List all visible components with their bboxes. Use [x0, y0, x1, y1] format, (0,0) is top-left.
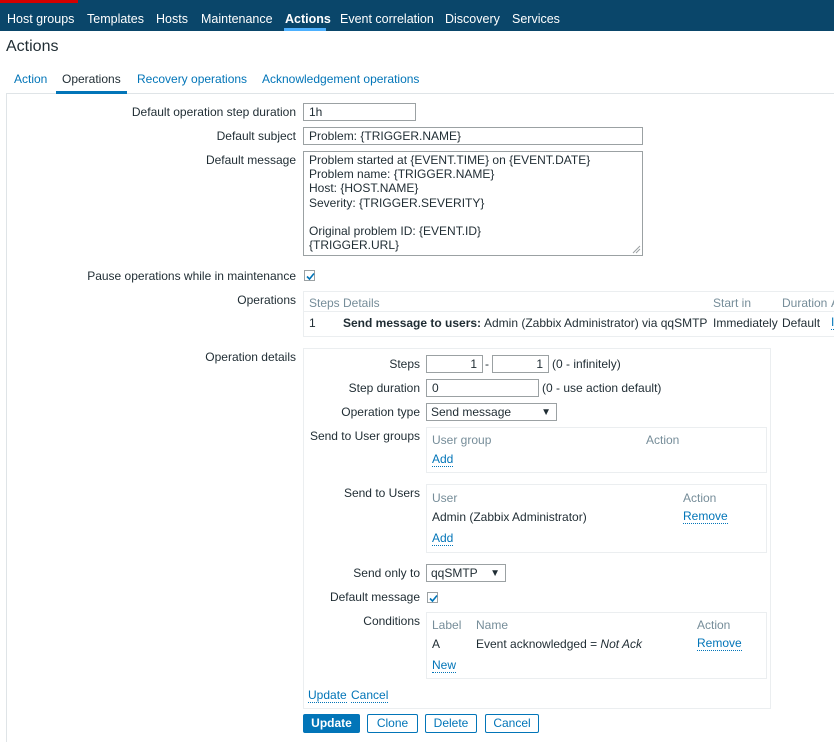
ops-header-start-in: Start in — [713, 296, 752, 310]
pause-operations-label: Pause operations while in maintenance — [87, 269, 296, 283]
condition-name-prefix: Event acknowledged = — [476, 637, 601, 651]
step-duration-detail-label: Step duration — [348, 381, 420, 395]
default-message-label: Default message — [205, 153, 296, 167]
tab-recovery-operations[interactable]: Recovery operations — [137, 72, 247, 86]
send-only-to-select[interactable]: qqSMTP ▼ — [426, 564, 506, 582]
tab-operations[interactable]: Operations — [62, 72, 121, 86]
user-name-cell: Admin (Zabbix Administrator) — [432, 510, 587, 524]
steps-hint: (0 - infinitely) — [552, 357, 621, 371]
conditions-table: Label Name Action A Event acknowledged =… — [426, 612, 767, 679]
checkmark-icon — [306, 272, 315, 281]
user-groups-table: User group Action Add — [426, 427, 767, 473]
checkmark-icon — [429, 594, 438, 603]
steps-from-input[interactable]: 1 — [426, 355, 483, 373]
tab-acknowledgement-operations[interactable]: Acknowledgement operations — [262, 72, 419, 86]
step-duration-label: Default operation step duration — [131, 105, 296, 119]
tab-action[interactable]: Action — [14, 72, 47, 86]
operation-type-label: Operation type — [341, 405, 420, 419]
user-groups-header-action: Action — [646, 433, 680, 447]
ops-header-details: Details — [343, 296, 380, 310]
operation-details-label: Operation details — [205, 350, 296, 364]
user-groups-header-group: User group — [432, 433, 492, 447]
clone-button[interactable]: Clone — [367, 714, 418, 733]
nav-services[interactable]: Services — [512, 0, 560, 31]
add-user-group-link[interactable]: Add — [432, 453, 454, 467]
nav-maintenance[interactable]: Maintenance — [201, 0, 273, 31]
step-duration-detail-input[interactable]: 0 — [426, 379, 539, 397]
nav-active-indicator — [284, 28, 326, 31]
users-header-action: Action — [683, 491, 717, 505]
default-subject-input[interactable]: Problem: {TRIGGER.NAME} — [303, 127, 643, 145]
operations-table: Steps Details Start in Duration A 1 Send… — [303, 291, 834, 337]
ops-cell-steps: 1 — [309, 316, 316, 330]
default-message-textarea[interactable]: Problem started at {EVENT.TIME} on {EVEN… — [303, 151, 643, 256]
pause-operations-checkbox[interactable] — [304, 270, 315, 281]
nav-actions[interactable]: Actions — [285, 0, 331, 31]
ops-header-divider — [304, 311, 834, 312]
conditions-header-name: Name — [476, 618, 509, 632]
new-condition-link[interactable]: New — [432, 659, 457, 673]
operation-type-value: Send message — [431, 405, 512, 419]
delete-button[interactable]: Delete — [425, 714, 477, 733]
page-title: Actions — [6, 38, 59, 55]
update-operation-link[interactable]: Update — [308, 689, 347, 703]
steps-to-input[interactable]: 1 — [492, 355, 549, 373]
remove-condition-link[interactable]: Remove — [697, 637, 742, 651]
nav-templates[interactable]: Templates — [87, 0, 144, 31]
ops-cell-duration: Default — [782, 316, 821, 330]
conditions-header-action: Action — [697, 618, 731, 632]
tab-bar: Action Operations Recovery operations Ac… — [6, 68, 834, 94]
cancel-operation-link[interactable]: Cancel — [351, 689, 389, 703]
ops-cell-details-type: Send message to users: — [343, 316, 482, 330]
nav-hosts[interactable]: Hosts — [156, 0, 188, 31]
dropdown-arrow-icon: ▼ — [541, 407, 551, 418]
remove-user-link[interactable]: Remove — [683, 510, 728, 524]
conditions-label: Conditions — [363, 614, 420, 628]
default-subject-label: Default subject — [216, 129, 296, 143]
step-duration-input[interactable]: 1h — [303, 103, 416, 121]
send-only-to-label: Send only to — [353, 566, 420, 580]
ops-header-duration: Duration — [782, 296, 828, 310]
add-user-link[interactable]: Add — [432, 532, 454, 546]
operation-type-select[interactable]: Send message ▼ — [426, 403, 557, 421]
ops-header-steps: Steps — [309, 296, 340, 310]
users-header-user: User — [432, 491, 458, 505]
nav-discovery[interactable]: Discovery — [445, 0, 500, 31]
condition-name-value: Not Ack — [600, 637, 642, 651]
operation-details-panel: Steps 1 - 1 (0 - infinitely) Step durati… — [303, 348, 771, 709]
send-to-users-label: Send to Users — [343, 486, 420, 500]
send-only-to-value: qqSMTP — [431, 566, 478, 580]
resize-handle-icon[interactable] — [632, 245, 641, 254]
ops-cell-start-in: Immediately — [713, 316, 778, 330]
steps-label: Steps — [389, 357, 420, 371]
update-button[interactable]: Update — [303, 714, 360, 733]
nav-event-correlation[interactable]: Event correlation — [340, 0, 434, 31]
nav-host-groups[interactable]: Host groups — [7, 0, 74, 31]
send-to-user-groups-label: Send to User groups — [309, 429, 420, 443]
cancel-button[interactable]: Cancel — [485, 714, 539, 733]
condition-label-cell: A — [432, 637, 441, 651]
conditions-header-label: Label — [432, 618, 462, 632]
steps-separator: - — [485, 357, 489, 371]
default-message-detail-label: Default message — [329, 590, 420, 604]
ops-cell-details: Admin (Zabbix Administrator) via qqSMTP — [484, 316, 708, 330]
default-message-checkbox[interactable] — [427, 592, 438, 603]
operations-label: Operations — [237, 293, 296, 307]
top-navigation: Host groups Templates Hosts Maintenance … — [0, 0, 834, 31]
step-duration-hint: (0 - use action default) — [542, 381, 662, 395]
users-table: User Action Admin (Zabbix Administrator)… — [426, 484, 767, 553]
condition-name-cell: Event acknowledged = Not Ack — [476, 637, 642, 651]
dropdown-arrow-icon: ▼ — [490, 568, 500, 579]
